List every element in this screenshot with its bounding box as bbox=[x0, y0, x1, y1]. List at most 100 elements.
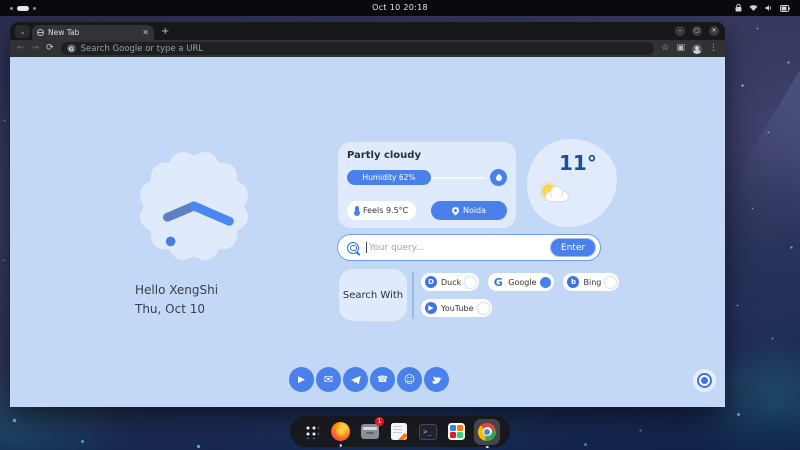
humidity-droplet-button[interactable] bbox=[490, 169, 507, 186]
youtube-icon: ▶ bbox=[425, 302, 437, 314]
dock-text-editor[interactable] bbox=[387, 420, 410, 443]
weather-condition: Partly cloudy bbox=[347, 150, 421, 161]
dock: 1 >_ bbox=[290, 416, 510, 448]
youtube-shortcut[interactable]: ▶ bbox=[289, 367, 314, 392]
new-tab-button[interactable]: + bbox=[161, 26, 169, 37]
wifi-icon bbox=[749, 5, 758, 11]
notification-badge: 1 bbox=[375, 417, 384, 426]
youtube-icon: ▶ bbox=[298, 374, 305, 385]
dock-archive-manager[interactable]: 1 bbox=[358, 417, 384, 443]
feels-like-text: Feels 9.5°C bbox=[363, 206, 409, 215]
engine-duck[interactable]: D Duck bbox=[421, 273, 480, 291]
shortcut-row: ▶ ✉ ☎ ☺ bbox=[289, 367, 449, 392]
firefox-icon bbox=[331, 422, 350, 441]
text-cursor bbox=[366, 242, 367, 253]
telegram-shortcut[interactable] bbox=[343, 367, 368, 392]
humidity-row: Humidity 62% bbox=[347, 169, 507, 186]
dock-terminal[interactable]: >_ bbox=[416, 420, 439, 443]
mail-icon: ✉ bbox=[323, 373, 334, 386]
telegram-icon bbox=[350, 375, 361, 384]
google-icon: G bbox=[493, 275, 503, 289]
reload-icon[interactable]: ⟳ bbox=[46, 44, 54, 53]
app-grid-icon bbox=[304, 424, 319, 439]
whatsapp-shortcut[interactable]: ☎ bbox=[370, 367, 395, 392]
engine-youtube[interactable]: ▶ YouTube bbox=[421, 299, 492, 317]
search-with-card: Search With bbox=[339, 269, 407, 321]
location-pin-icon bbox=[450, 205, 461, 216]
settings-ring-icon bbox=[697, 373, 712, 388]
new-tab-page: Hello XengShi Thu, Oct 10 Partly cloudy … bbox=[10, 57, 725, 407]
forward-icon[interactable]: → bbox=[32, 44, 40, 53]
settings-fab-button[interactable] bbox=[693, 369, 716, 392]
engine-radio[interactable] bbox=[465, 276, 477, 288]
engine-divider bbox=[412, 271, 414, 319]
analog-clock-widget[interactable] bbox=[128, 140, 260, 272]
running-indicator bbox=[339, 444, 342, 447]
workspace-dot[interactable] bbox=[10, 6, 13, 10]
address-bar-placeholder: Search Google or type a URL bbox=[80, 43, 204, 54]
system-top-bar: Oct 10 20:18 bbox=[0, 0, 800, 16]
tab-favicon-globe-icon bbox=[37, 29, 44, 36]
extensions-icon[interactable]: ▣ bbox=[676, 44, 685, 53]
clock-date-menu[interactable]: Oct 10 20:18 bbox=[372, 0, 428, 16]
mail-shortcut[interactable]: ✉ bbox=[316, 367, 341, 392]
lock-icon bbox=[735, 4, 742, 12]
tab-strip: ⌄ New Tab ✕ + – ▢ ✕ bbox=[10, 22, 725, 40]
clock-second-dot bbox=[165, 236, 176, 247]
workspace-dot[interactable] bbox=[33, 6, 36, 10]
back-icon[interactable]: ← bbox=[17, 44, 25, 53]
bookmark-star-icon[interactable]: ☆ bbox=[661, 44, 669, 53]
google-search-icon: G bbox=[66, 44, 76, 53]
temperature-value: 11° bbox=[559, 151, 597, 175]
search-engine-list: D Duck G Google b Bing ▶ YouTube bbox=[421, 273, 631, 317]
profile-avatar[interactable] bbox=[692, 43, 702, 54]
restore-button[interactable]: ▢ bbox=[692, 26, 702, 36]
temperature-blob: 11° bbox=[527, 139, 617, 227]
running-indicator bbox=[485, 445, 489, 448]
engine-radio[interactable] bbox=[605, 276, 617, 288]
feels-like-pill: Feels 9.5°C bbox=[347, 201, 417, 220]
search-input[interactable] bbox=[369, 242, 550, 253]
dock-software[interactable] bbox=[445, 420, 468, 443]
reddit-icon: ☺ bbox=[403, 373, 416, 386]
chrome-icon bbox=[478, 422, 496, 441]
dock-firefox[interactable] bbox=[329, 420, 352, 447]
tab-title: New Tab bbox=[48, 28, 80, 37]
city-pill[interactable]: Noida bbox=[431, 201, 507, 220]
text-editor-icon bbox=[390, 423, 407, 440]
whatsapp-icon: ☎ bbox=[376, 374, 389, 385]
cloud-icon bbox=[545, 186, 569, 202]
close-button[interactable]: ✕ bbox=[709, 26, 719, 36]
tab-new-tab[interactable]: New Tab ✕ bbox=[32, 25, 154, 40]
twitter-shortcut[interactable] bbox=[424, 367, 449, 392]
terminal-icon: >_ bbox=[418, 423, 437, 440]
archive-manager-icon bbox=[360, 424, 379, 439]
humidity-track bbox=[425, 176, 485, 179]
enter-button[interactable]: Enter bbox=[550, 238, 596, 257]
settings-core-icon bbox=[701, 377, 708, 384]
engine-radio-selected[interactable] bbox=[540, 276, 552, 288]
software-icon bbox=[448, 423, 465, 440]
minimize-button[interactable]: – bbox=[675, 26, 685, 36]
workspace-active-pill[interactable] bbox=[17, 5, 29, 11]
duckduckgo-icon: D bbox=[425, 276, 437, 288]
city-name: Noida bbox=[462, 206, 487, 215]
address-bar[interactable]: G Search Google or type a URL bbox=[60, 42, 655, 55]
dock-app-grid[interactable] bbox=[300, 420, 323, 443]
tab-close-icon[interactable]: ✕ bbox=[142, 28, 149, 37]
window-controls: – ▢ ✕ bbox=[675, 26, 719, 36]
engine-label: Bing bbox=[583, 277, 602, 287]
reddit-shortcut[interactable]: ☺ bbox=[397, 367, 422, 392]
dock-chrome[interactable] bbox=[474, 418, 500, 448]
volume-icon bbox=[765, 5, 771, 11]
query-search-bar[interactable]: Enter bbox=[337, 234, 601, 261]
engine-label: YouTube bbox=[441, 303, 474, 313]
menu-kebab-icon[interactable]: ⋮ bbox=[709, 44, 718, 53]
engine-label: Google bbox=[508, 277, 537, 287]
engine-radio[interactable] bbox=[477, 302, 489, 314]
system-status-area[interactable] bbox=[735, 4, 790, 12]
workspace-indicator[interactable] bbox=[10, 5, 36, 11]
engine-bing[interactable]: b Bing bbox=[563, 273, 620, 291]
tab-search-button[interactable]: ⌄ bbox=[15, 25, 30, 38]
engine-google[interactable]: G Google bbox=[488, 273, 555, 291]
